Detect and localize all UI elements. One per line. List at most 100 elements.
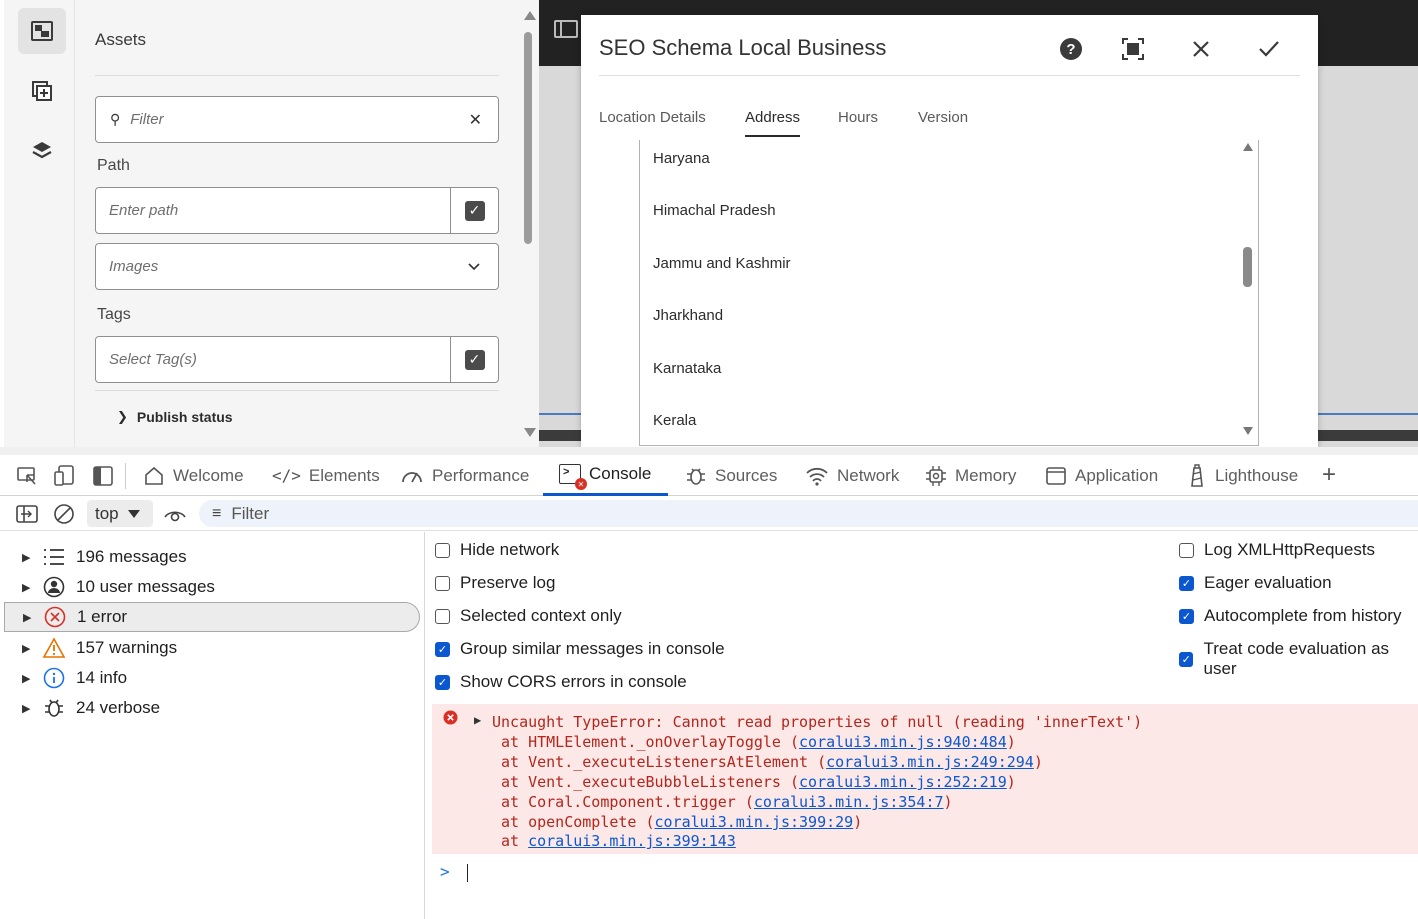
tab-performance[interactable]: Performance	[400, 455, 529, 496]
source-link[interactable]: coralui3.min.js:399:29	[655, 813, 854, 831]
sidebar-item-messages[interactable]: ▶ 196 messages	[4, 542, 420, 572]
layers-rail-button[interactable]	[18, 128, 66, 174]
tab-welcome[interactable]: Welcome	[143, 455, 244, 496]
tab-memory[interactable]: Memory	[925, 455, 1016, 496]
hide-network-checkbox[interactable]: Hide network	[435, 540, 559, 560]
console-filter-input[interactable]: ≡ Filter	[199, 500, 1418, 527]
list-scroll-thumb[interactable]	[1243, 247, 1252, 287]
checkbox[interactable]	[435, 608, 450, 624]
more-tabs-plus-icon[interactable]: +	[1322, 461, 1336, 489]
option-label: Autocomplete from history	[1204, 606, 1402, 625]
tab-hours[interactable]: Hours	[838, 109, 878, 126]
path-field[interactable]: Enter path ✓	[95, 187, 499, 234]
components-rail-button[interactable]	[18, 68, 66, 114]
list-item[interactable]: Himachal Pradesh	[653, 202, 776, 219]
list-item[interactable]: Kerala	[653, 412, 696, 429]
list-item[interactable]: Jammu and Kashmir	[653, 255, 791, 272]
tab-network[interactable]: Network	[805, 455, 899, 496]
sidebar-item-user-messages[interactable]: ▶ 10 user messages	[4, 572, 420, 602]
warning-icon	[42, 636, 66, 660]
show-cors-errors-checkbox[interactable]: ✓ Show CORS errors in console	[435, 672, 687, 692]
publish-status-toggle[interactable]: ❯ Publish status	[117, 409, 233, 425]
tab-application[interactable]: Application	[1045, 455, 1158, 496]
list-item[interactable]: Haryana	[653, 150, 710, 167]
clear-icon[interactable]: ✕	[469, 110, 482, 130]
assets-scrollbar[interactable]	[520, 0, 539, 447]
stack-frame: at Vent._executeListenersAtElement (cora…	[501, 753, 1043, 771]
fullscreen-icon[interactable]	[1122, 38, 1144, 60]
confirm-check-icon[interactable]	[1258, 40, 1280, 58]
tab-console[interactable]: > ✕ Console	[543, 455, 668, 496]
scroll-down-arrow-icon[interactable]	[524, 428, 536, 437]
scroll-thumb[interactable]	[524, 32, 532, 244]
device-toolbar-icon[interactable]	[53, 464, 75, 488]
sidebar-toggle-icon[interactable]	[16, 504, 38, 524]
sidebar-item-info[interactable]: ▶ 14 info	[4, 663, 420, 693]
inspect-element-icon[interactable]	[16, 465, 38, 487]
context-value: top	[95, 503, 119, 523]
context-select[interactable]: top	[87, 500, 153, 527]
tab-location-details[interactable]: Location Details	[599, 109, 706, 126]
side-panel-toggle-icon[interactable]	[554, 20, 578, 38]
close-icon[interactable]	[1192, 40, 1210, 58]
checkbox[interactable]: ✓	[1179, 651, 1194, 667]
checkbox[interactable]: ✓	[435, 674, 450, 690]
checkbox[interactable]: ✓	[1179, 608, 1194, 624]
stack-frame-text: at Vent._executeBubbleListeners (	[501, 773, 800, 791]
tags-field[interactable]: Select Tag(s) ✓	[95, 336, 499, 383]
list-item[interactable]: Karnataka	[653, 360, 721, 377]
tab-elements[interactable]: </> Elements	[272, 455, 380, 496]
path-label: Path	[97, 157, 130, 174]
source-link[interactable]: coralui3.min.js:252:219	[799, 773, 1007, 791]
source-link[interactable]: coralui3.min.js:249:294	[826, 753, 1034, 771]
expand-triangle-icon[interactable]: ▶	[474, 713, 481, 727]
expand-triangle-icon: ▶	[22, 581, 31, 594]
tab-address[interactable]: Address	[745, 109, 801, 137]
tab-version[interactable]: Version	[918, 109, 968, 126]
scroll-up-arrow-icon[interactable]	[1243, 143, 1253, 151]
sidebar-item-verbose[interactable]: ▶ 24 verbose	[4, 693, 420, 723]
tags-picker-button[interactable]: ✓	[450, 337, 498, 382]
assets-rail-button[interactable]	[18, 8, 66, 54]
checkbox[interactable]	[1179, 542, 1194, 558]
side-rail	[4, 0, 75, 447]
list-item[interactable]: Jharkhand	[653, 307, 723, 324]
autocomplete-history-checkbox[interactable]: ✓ Autocomplete from history	[1179, 606, 1401, 626]
path-picker-button[interactable]: ✓	[450, 188, 498, 233]
scroll-up-arrow-icon[interactable]	[524, 11, 536, 20]
asset-type-select[interactable]: Images	[95, 243, 499, 290]
help-icon[interactable]: ?	[1060, 38, 1082, 60]
preserve-log-checkbox[interactable]: Preserve log	[435, 573, 555, 593]
asset-type-value: Images	[109, 258, 159, 275]
sidebar-item-errors[interactable]: ▶ 1 error	[4, 602, 420, 632]
console-toolbar: top ≡ Filter	[0, 497, 1418, 531]
panel-separator[interactable]	[0, 447, 1418, 455]
checkbox[interactable]	[435, 575, 450, 591]
tab-lighthouse[interactable]: Lighthouse	[1187, 455, 1298, 496]
checkbox[interactable]	[435, 542, 450, 558]
info-icon	[42, 666, 66, 690]
checkbox[interactable]: ✓	[1179, 575, 1194, 591]
eager-evaluation-checkbox[interactable]: ✓ Eager evaluation	[1179, 573, 1332, 593]
chevron-right-icon: ❯	[117, 409, 128, 424]
sidebar-item-warnings[interactable]: ▶ 157 warnings	[4, 633, 420, 663]
expand-triangle-icon: ▶	[22, 642, 31, 655]
tab-sources[interactable]: Sources	[685, 455, 777, 496]
log-xhr-checkbox[interactable]: Log XMLHttpRequests	[1179, 540, 1375, 560]
dock-side-icon[interactable]	[92, 465, 114, 487]
console-prompt-input[interactable]: >	[440, 862, 1418, 888]
filter-field[interactable]: ⚲ Filter ✕	[95, 96, 499, 143]
clear-console-icon[interactable]	[53, 503, 75, 525]
scroll-down-arrow-icon[interactable]	[1243, 427, 1253, 435]
bug-icon	[42, 696, 66, 720]
source-link[interactable]: coralui3.min.js:940:484	[799, 733, 1007, 751]
treat-code-eval-checkbox[interactable]: ✓ Treat code evaluation as user	[1179, 639, 1418, 679]
source-link[interactable]: coralui3.min.js:354:7	[754, 793, 944, 811]
live-expression-eye-icon[interactable]	[163, 505, 187, 523]
source-link[interactable]: coralui3.min.js:399:143	[528, 832, 736, 850]
stack-frame-suffix: )	[1033, 753, 1043, 771]
checkbox[interactable]: ✓	[435, 641, 450, 657]
group-similar-checkbox[interactable]: ✓ Group similar messages in console	[435, 639, 725, 659]
selected-context-only-checkbox[interactable]: Selected context only	[435, 606, 622, 626]
checkmark-icon: ✓	[464, 349, 485, 370]
